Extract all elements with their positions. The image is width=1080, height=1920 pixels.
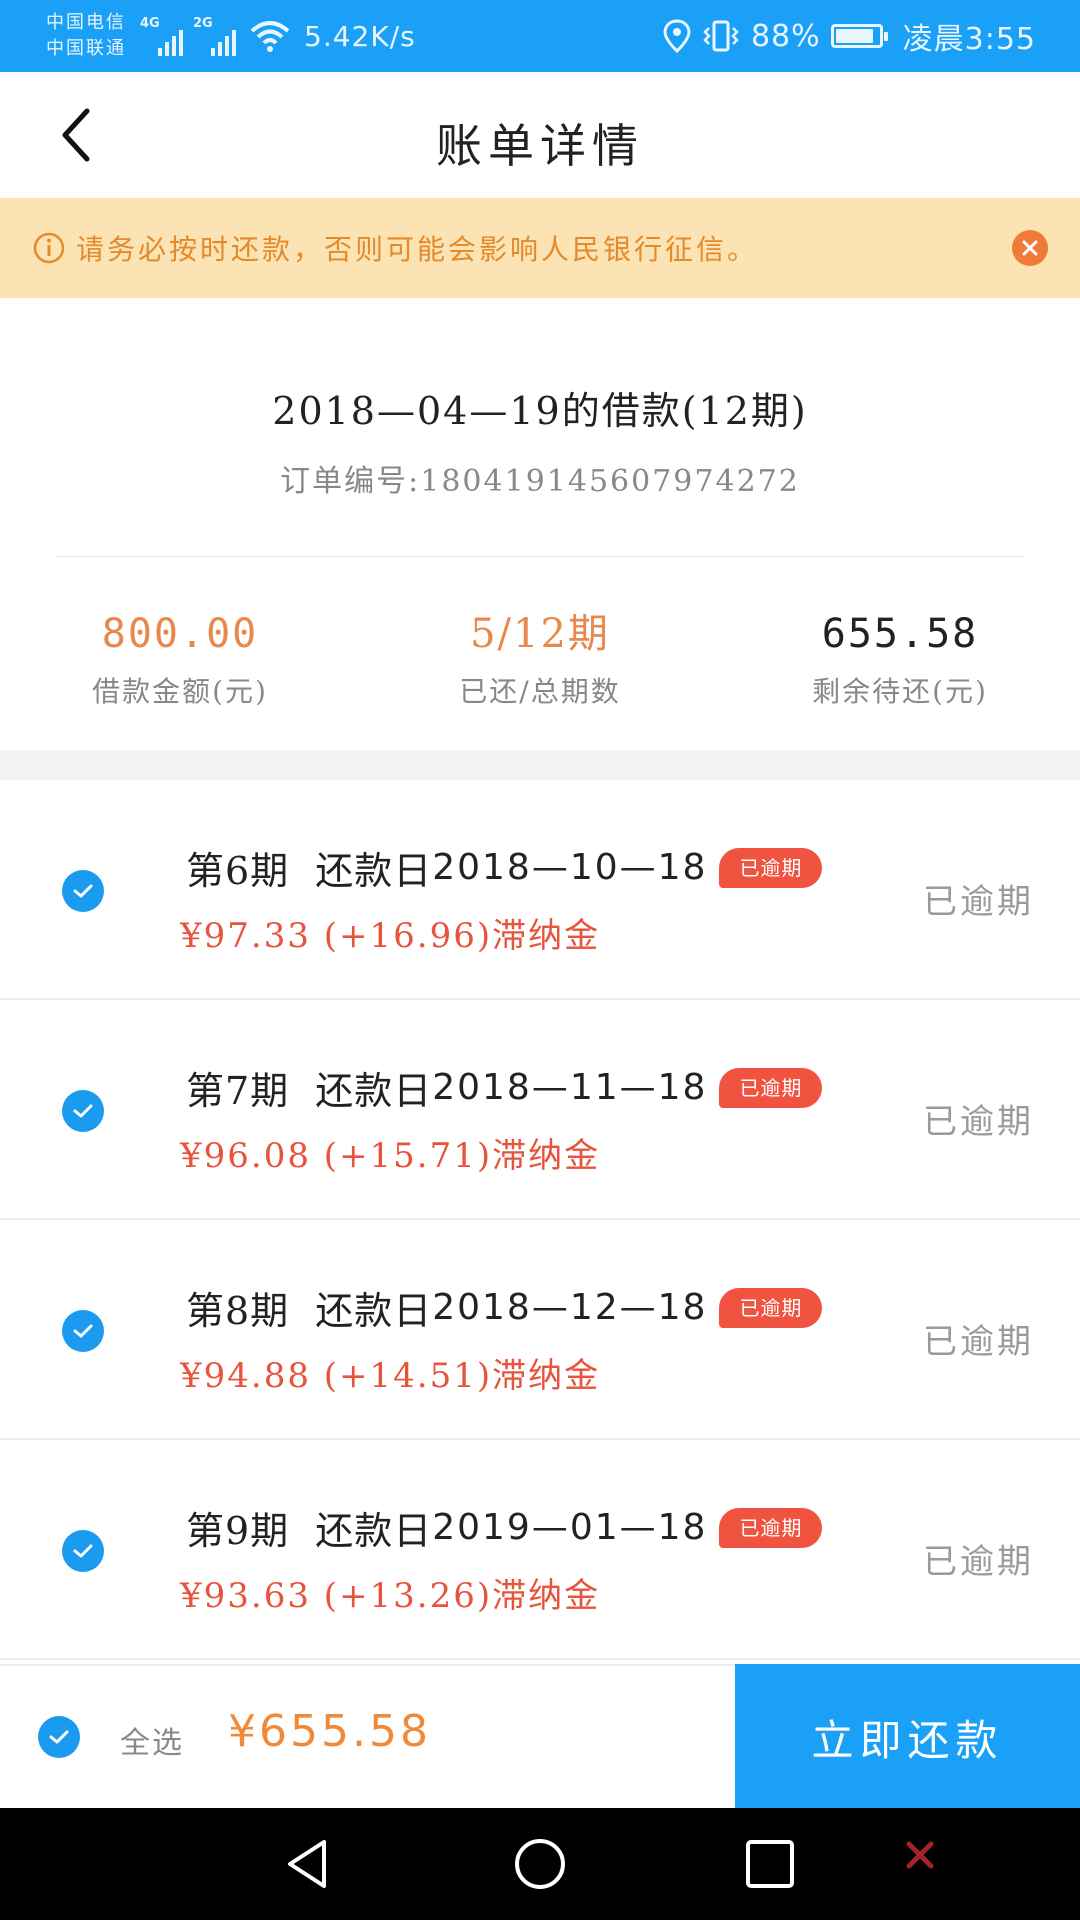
loan-stats: 800.00 借款金额(元) 5/12期 已还/总期数 655.58 剩余待还(…: [0, 608, 1080, 710]
installment-list: 第6期 还款日 2018—10—18 已逾期 ¥97.33 (+16.96)滞纳…: [0, 780, 1080, 1660]
installment-status: 已逾期: [923, 1322, 1034, 1362]
section-divider: [0, 750, 1080, 780]
carrier-names: 中国电信 中国联通: [46, 10, 126, 62]
pay-now-button[interactable]: 立即还款: [735, 1664, 1080, 1810]
carrier-2: 中国联通: [46, 38, 126, 59]
location-icon: [663, 19, 691, 53]
warning-banner: 请务必按时还款，否则可能会影响人民银行征信。: [0, 198, 1080, 298]
period-label: 第6期: [186, 849, 290, 893]
wifi-icon: [250, 21, 290, 52]
battery-percent: 88%: [750, 18, 821, 54]
nav-back-icon[interactable]: [280, 1836, 340, 1892]
select-all-checkbox[interactable]: [38, 1716, 80, 1758]
installment-row[interactable]: 第8期 还款日 2018—12—18 已逾期 ¥94.88 (+14.51)滞纳…: [0, 1220, 1080, 1440]
watermark-logo: [905, 1840, 935, 1870]
network-speed: 5.42K/s: [304, 19, 416, 53]
logo-icon: [906, 1841, 934, 1869]
check-icon: [73, 1324, 93, 1338]
installment-status: 已逾期: [923, 882, 1034, 922]
loan-title: 2018—04—19的借款(12期): [272, 389, 808, 433]
warning-text: 请务必按时还款，否则可能会影响人民银行征信。: [76, 233, 759, 266]
installment-header: 第7期 还款日 2018—11—18 已逾期: [186, 1060, 823, 1115]
installment-amount: ¥97.33 (+16.96)滞纳金: [180, 916, 601, 956]
due-date: 2018—12—18: [432, 1287, 708, 1328]
overdue-badge: 已逾期: [719, 1507, 823, 1548]
divider: [56, 556, 1024, 557]
installment-amount: ¥96.08 (+15.71)滞纳金: [180, 1136, 601, 1176]
installment-header: 第8期 还款日 2018—12—18 已逾期: [186, 1280, 823, 1335]
period-label: 第9期: [186, 1509, 290, 1553]
checkbox[interactable]: [62, 1310, 104, 1352]
installment-amount: ¥93.63 (+13.26)滞纳金: [180, 1576, 601, 1616]
battery-icon: [830, 24, 888, 48]
signal-icon: 2G: [193, 16, 236, 56]
due-label: 还款日: [315, 1069, 433, 1113]
installment-row[interactable]: 第9期 还款日 2019—01—18 已逾期 ¥93.63 (+13.26)滞纳…: [0, 1440, 1080, 1660]
signal-icon: 4G: [140, 16, 183, 56]
network-type-1: 4G: [140, 16, 160, 31]
checkbox[interactable]: [62, 1530, 104, 1572]
order-number: 订单编号:180419145607974272: [280, 464, 800, 499]
status-bar: 中国电信 中国联通 4G 2G 5.42K/s 88% 凌晨3:55: [0, 0, 1080, 72]
overdue-badge: 已逾期: [719, 1067, 823, 1108]
close-icon: [1022, 240, 1038, 256]
stat-value: 800.00: [101, 611, 259, 657]
check-icon: [73, 1104, 93, 1118]
header: 账单详情: [0, 72, 1080, 198]
stat-label: 借款金额(元): [92, 675, 268, 708]
period-label: 第8期: [186, 1289, 290, 1333]
due-label: 还款日: [315, 1509, 433, 1553]
clock: 凌晨3:55: [902, 22, 1036, 57]
stat-loan-amount: 800.00 借款金额(元): [0, 608, 360, 710]
installment-row[interactable]: 第6期 还款日 2018—10—18 已逾期 ¥97.33 (+16.96)滞纳…: [0, 780, 1080, 1000]
check-icon: [73, 884, 93, 898]
stat-value: 655.58: [821, 611, 979, 657]
installment-header: 第9期 还款日 2019—01—18 已逾期: [186, 1500, 823, 1555]
info-icon: [33, 232, 65, 264]
installment-header: 第6期 还款日 2018—10—18 已逾期: [186, 840, 823, 895]
payment-footer: 全选 ¥655.58 立即还款: [0, 1664, 1080, 1810]
network-type-2: 2G: [193, 16, 213, 31]
total-amount: ¥655.58: [228, 1706, 431, 1757]
due-label: 还款日: [315, 1289, 433, 1333]
loan-summary: 2018—04—19的借款(12期) 订单编号:1804191456079742…: [0, 298, 1080, 750]
installment-row[interactable]: 第7期 还款日 2018—11—18 已逾期 ¥96.08 (+15.71)滞纳…: [0, 1000, 1080, 1220]
due-date: 2018—10—18: [432, 847, 708, 888]
nav-home-icon[interactable]: [510, 1836, 570, 1892]
nav-recent-apps-icon[interactable]: [740, 1836, 800, 1892]
installment-status: 已逾期: [923, 1102, 1034, 1142]
period-label: 第7期: [186, 1069, 290, 1113]
vibrate-icon: [703, 20, 739, 52]
page-title: 账单详情: [436, 119, 644, 173]
stat-label: 已还/总期数: [459, 675, 621, 708]
overdue-badge: 已逾期: [719, 1287, 823, 1328]
system-nav-bar: [0, 1808, 1080, 1920]
check-icon: [73, 1544, 93, 1558]
close-banner-button[interactable]: [1012, 230, 1048, 266]
select-all-label[interactable]: 全选: [120, 1718, 184, 1762]
carrier-1: 中国电信: [46, 12, 126, 33]
stat-label: 剩余待还(元): [812, 675, 988, 708]
due-date: 2019—01—18: [432, 1507, 708, 1548]
stat-value: 5/12期: [470, 611, 610, 657]
installment-amount: ¥94.88 (+14.51)滞纳金: [180, 1356, 601, 1396]
check-icon: [49, 1730, 69, 1744]
checkbox[interactable]: [62, 1090, 104, 1132]
stat-remaining: 655.58 剩余待还(元): [720, 608, 1080, 710]
overdue-badge: 已逾期: [719, 847, 823, 888]
due-label: 还款日: [315, 849, 433, 893]
due-date: 2018—11—18: [432, 1067, 708, 1108]
checkbox[interactable]: [62, 870, 104, 912]
installment-status: 已逾期: [923, 1542, 1034, 1582]
stat-periods: 5/12期 已还/总期数: [360, 608, 720, 710]
